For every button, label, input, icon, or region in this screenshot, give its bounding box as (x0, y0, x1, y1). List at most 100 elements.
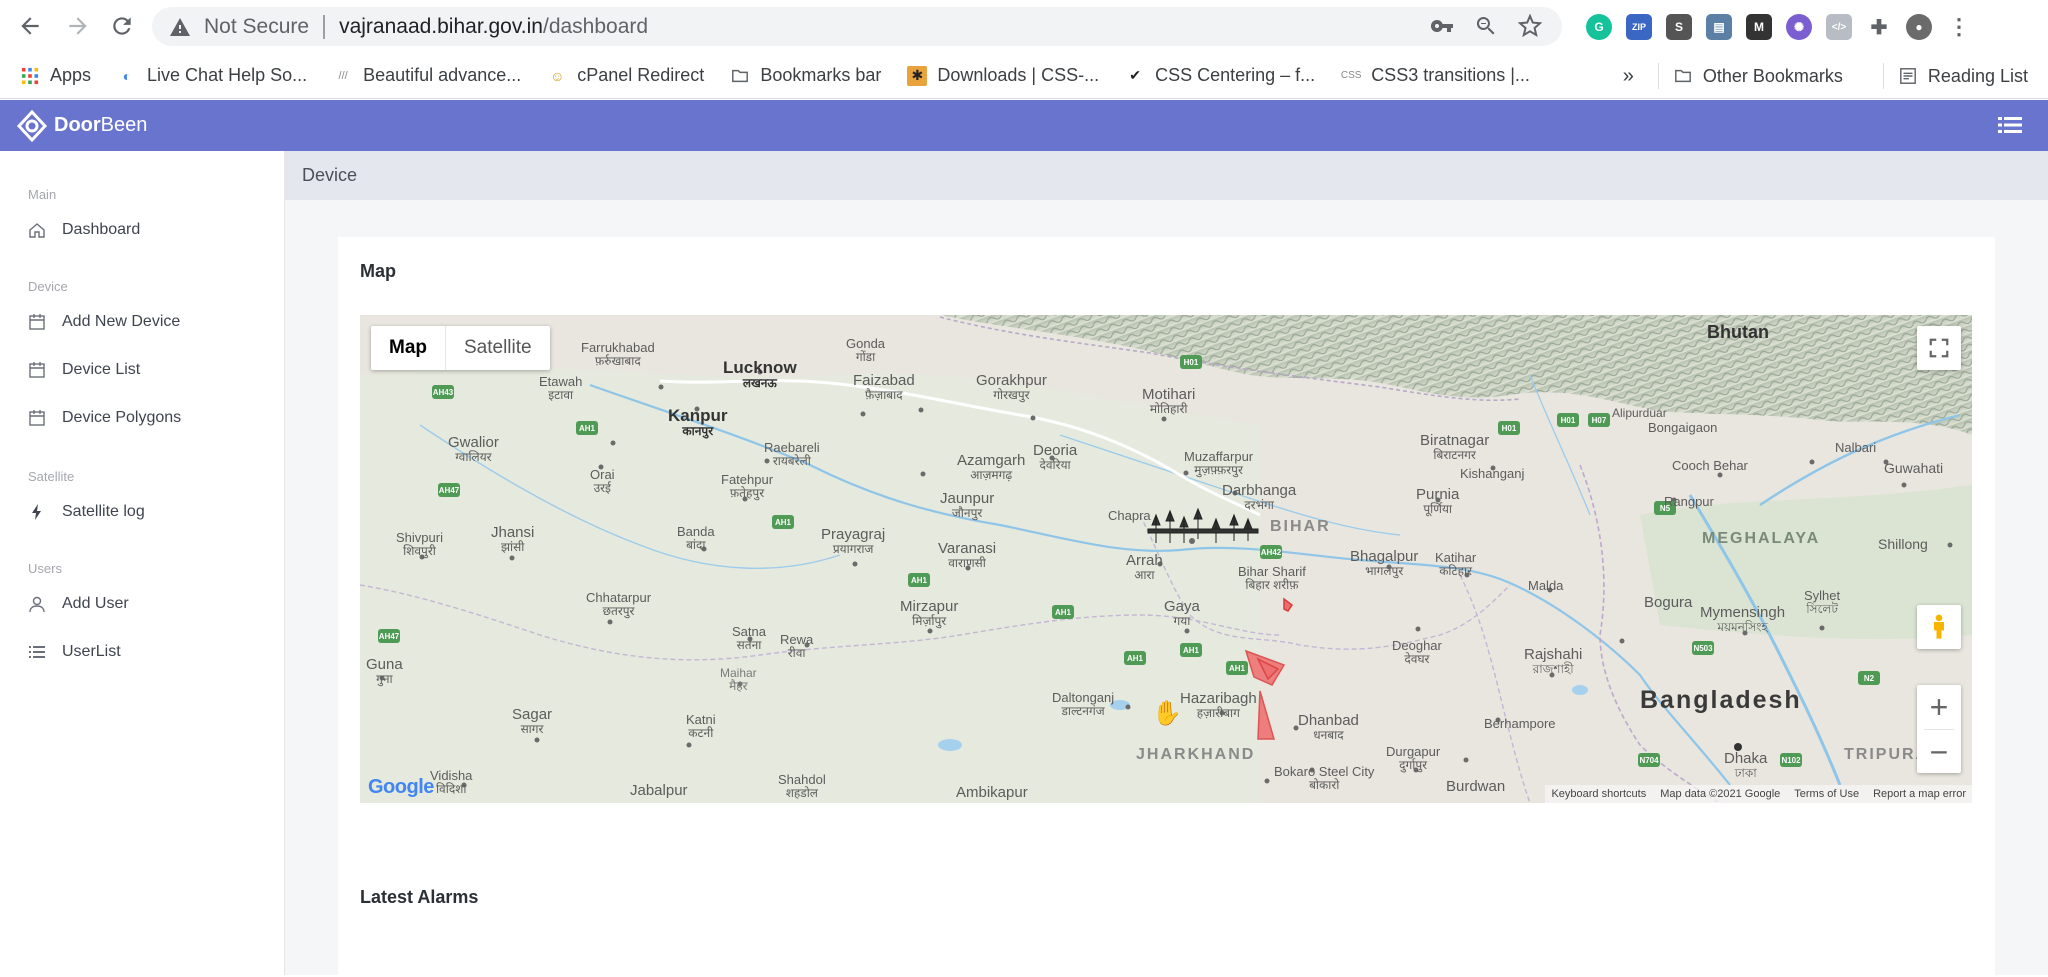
map-type-satellite-button[interactable]: Satellite (446, 326, 550, 370)
menu-dots-icon[interactable]: ⋮ (1946, 14, 1972, 40)
s-icon[interactable]: S (1666, 14, 1692, 40)
map-type-control: Map Satellite (371, 326, 550, 370)
map-label-sub: রাজশাহী (1532, 661, 1574, 676)
doorbeen-logo-icon (16, 109, 48, 142)
map-label-name: Jhansi (491, 524, 535, 541)
map-label-sub: डाल्टनगंज (1061, 703, 1105, 718)
m-icon[interactable]: M (1746, 14, 1772, 40)
bookmark-css-centering[interactable]: ✔ CSS Centering – f... (1125, 65, 1315, 86)
map-label: Deoria देवरिया (1033, 443, 1077, 471)
zoom-icon[interactable] (1474, 14, 1498, 38)
reload-icon[interactable] (102, 6, 142, 46)
map-label: Arrah आरा (1126, 553, 1163, 581)
highway-shield: AH47 (378, 629, 400, 643)
bookmark-beautiful[interactable]: /// Beautiful advance... (333, 65, 522, 86)
map-label-sub: सतना (736, 637, 762, 652)
map-label: Kanpur कानपुर (668, 407, 728, 437)
sidebar-item-userlist[interactable]: UserList (28, 643, 121, 661)
highway-shield: AH1 (772, 515, 794, 529)
map-label: Purnia पूर्णिया (1416, 487, 1459, 515)
bookmark-downloads-css[interactable]: ✱ Downloads | CSS-... (907, 65, 1099, 86)
extensions-area: G ZIP S ▤ M ✺ </> ✚ ● ⋮ (1586, 8, 1972, 46)
calendar-icon (29, 362, 45, 378)
key-icon[interactable] (1430, 14, 1454, 38)
map-label: Satna सतना (732, 625, 766, 651)
sidebar-item-add-user[interactable]: Add User (28, 595, 129, 613)
map-label: Berhampore (1484, 716, 1556, 731)
map-label-name: Vidisha (430, 768, 473, 783)
brand-suffix: Been (100, 114, 148, 136)
map-label-name: Muzaffarpur (1184, 449, 1254, 464)
bookmark-label: Live Chat Help So... (147, 65, 308, 85)
bookmark-cpanel[interactable]: ☺ cPanel Redirect (547, 65, 704, 86)
map-label-name: Motihari (1142, 386, 1196, 403)
map-label: Sylhet সিলেট (1804, 589, 1840, 615)
bookmarks-overflow[interactable]: » (1623, 65, 1634, 88)
map-label-sub: देवरिया (1039, 457, 1071, 472)
not-secure-label: Not Secure (204, 14, 310, 38)
bookmark-bookmarks-bar[interactable]: Bookmarks bar (730, 65, 881, 86)
highway-shield: AH1 (1180, 643, 1202, 657)
keyboard-shortcuts-link[interactable]: Keyboard shortcuts (1551, 788, 1646, 800)
highway-shield: H01 (1557, 413, 1579, 427)
sidebar-item-add-new-device[interactable]: Add New Device (28, 313, 180, 331)
other-bookmarks[interactable]: Other Bookmarks (1673, 66, 1843, 87)
back-icon[interactable] (10, 6, 50, 46)
sidebar-item-dashboard[interactable]: Dashboard (28, 221, 140, 239)
bookmark-css3-transitions[interactable]: CSS CSS3 transitions |... (1341, 65, 1530, 86)
map-label-name: Rewa (780, 632, 814, 647)
bookmark-label: Apps (50, 65, 92, 85)
map-label: Guwahati (1884, 460, 1944, 476)
code-icon[interactable]: </> (1826, 14, 1852, 40)
fullscreen-button[interactable] (1917, 326, 1961, 370)
map-label-sub: गुना (376, 671, 393, 686)
bolt-icon (32, 504, 41, 520)
map-label-name: Mymensingh (1700, 604, 1786, 621)
map-label: Chapra (1108, 508, 1151, 523)
map-label-name: Gaya (1164, 598, 1200, 615)
bookmark-live-chat[interactable]: ◐ Live Chat Help So... (117, 65, 307, 86)
terms-of-use-link[interactable]: Terms of Use (1794, 788, 1859, 800)
address-bar[interactable]: Not Secure vajranaad.bihar.gov.in/dashbo… (152, 7, 1562, 46)
map-label: Katni कटनी (686, 713, 716, 739)
map-label-name: Prayagraj (821, 526, 886, 543)
brand-logo[interactable]: DoorBeen (16, 109, 148, 142)
star-icon[interactable] (1518, 14, 1542, 38)
bookmarks-right: » Other Bookmarks Reading List (1623, 53, 2028, 99)
map-label: Biratnagar बिराटनगर (1420, 433, 1489, 461)
map-label-sub: शहडोल (785, 785, 818, 800)
zip-icon[interactable]: ZIP (1626, 14, 1652, 40)
folder-icon (1673, 66, 1693, 86)
css3-icon: CSS (1340, 70, 1362, 81)
map-label-name: Etawah (539, 374, 583, 389)
home-icon (29, 223, 45, 238)
map-label-sub: दरभंगा (1244, 497, 1274, 512)
map-label-name: Bihar Sharif (1238, 564, 1306, 579)
sidebar-item-satellite-log[interactable]: Satellite log (28, 503, 145, 521)
street-view-pegman[interactable] (1917, 605, 1961, 649)
puzzle-icon[interactable]: ✚ (1866, 14, 1892, 40)
sidebar-item-device-list[interactable]: Device List (28, 361, 140, 379)
forward-icon[interactable] (58, 6, 98, 46)
zoom-out-button[interactable]: − (1917, 730, 1961, 774)
sidebar-item-device-polygons[interactable]: Device Polygons (28, 409, 181, 427)
map-label: Shahdol शहडोल (778, 773, 826, 799)
grammarly-icon[interactable]: G (1586, 14, 1612, 40)
map-card-title: Map (360, 261, 396, 281)
map-label-name: Bokaro Steel City (1274, 764, 1375, 779)
map-type-map-button[interactable]: Map (371, 326, 446, 370)
list-icon (29, 646, 45, 658)
reading-list[interactable]: Reading List (1898, 66, 2028, 87)
map-label: Bangladesh (1640, 686, 1802, 714)
google-map[interactable]: AH43 AH1 AH47 AH1 AH1 AH1 AH1 AH1 AH1 AH… (360, 315, 1972, 803)
printer-icon[interactable]: ▤ (1706, 14, 1732, 40)
gear-purple-icon[interactable]: ✺ (1786, 14, 1812, 40)
report-map-error-link[interactable]: Report a map error (1873, 788, 1966, 800)
map-label: Gwalior ग्वालियर (448, 435, 499, 463)
map-label-sub: बोकारो (1309, 777, 1340, 792)
menu-list-icon[interactable] (1998, 114, 2022, 136)
map-label-name: Deoghar (1392, 638, 1442, 653)
bookmark-apps[interactable]: Apps (20, 65, 91, 86)
avatar[interactable]: ● (1906, 14, 1932, 40)
zoom-in-button[interactable]: + (1917, 685, 1961, 729)
